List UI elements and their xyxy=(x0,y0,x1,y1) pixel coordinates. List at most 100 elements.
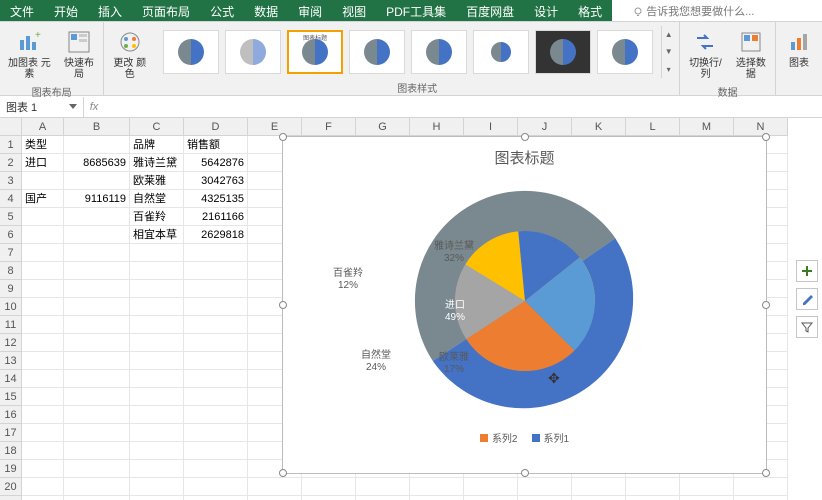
row-header[interactable]: 18 xyxy=(0,442,22,460)
cell[interactable] xyxy=(572,478,626,496)
cell[interactable] xyxy=(518,496,572,500)
cell[interactable] xyxy=(64,262,130,280)
row-header[interactable]: 20 xyxy=(0,478,22,496)
cell[interactable]: 8685639 xyxy=(64,154,130,172)
cell[interactable] xyxy=(130,316,184,334)
cell[interactable] xyxy=(184,460,248,478)
cell[interactable] xyxy=(410,478,464,496)
tab-home[interactable]: 开始 xyxy=(44,0,88,21)
gallery-down-button[interactable]: ▼ xyxy=(662,43,675,60)
cell[interactable] xyxy=(22,208,64,226)
cell[interactable] xyxy=(22,496,64,500)
tab-review[interactable]: 审阅 xyxy=(288,0,332,21)
row-header[interactable]: 9 xyxy=(0,280,22,298)
chart-style-2[interactable] xyxy=(225,30,281,74)
cell[interactable] xyxy=(22,460,64,478)
cell[interactable] xyxy=(22,172,64,190)
row-header[interactable]: 13 xyxy=(0,352,22,370)
row-header[interactable]: 8 xyxy=(0,262,22,280)
cell[interactable] xyxy=(184,262,248,280)
col-header[interactable]: C xyxy=(130,118,184,136)
cell[interactable] xyxy=(302,496,356,500)
chart-object[interactable]: 图表标题 相宜 xyxy=(282,136,767,474)
chart-filter-button[interactable] xyxy=(796,316,818,338)
cell[interactable]: 国产 xyxy=(22,190,64,208)
chart-style-8[interactable] xyxy=(597,30,653,74)
chart-elements-button[interactable] xyxy=(796,260,818,282)
resize-handle-s[interactable] xyxy=(521,469,529,477)
row-header[interactable]: 10 xyxy=(0,298,22,316)
chart-style-3[interactable]: 图表标题 xyxy=(287,30,343,74)
cell[interactable]: 5642876 xyxy=(184,154,248,172)
cell[interactable] xyxy=(184,280,248,298)
cell[interactable]: 雅诗兰黛 xyxy=(130,154,184,172)
cell[interactable] xyxy=(734,496,788,500)
col-header[interactable]: I xyxy=(464,118,518,136)
tab-formula[interactable]: 公式 xyxy=(200,0,244,21)
row-header[interactable]: 7 xyxy=(0,244,22,262)
row-header[interactable]: 19 xyxy=(0,460,22,478)
row-header[interactable]: 21 xyxy=(0,496,22,500)
cell[interactable] xyxy=(130,352,184,370)
col-header[interactable]: N xyxy=(734,118,788,136)
tab-view[interactable]: 视图 xyxy=(332,0,376,21)
gallery-more-button[interactable]: ▾ xyxy=(662,61,675,78)
cell[interactable] xyxy=(184,442,248,460)
cell[interactable] xyxy=(64,136,130,154)
tell-me-hint[interactable]: 告诉我您想要做什么... xyxy=(612,0,764,21)
cell[interactable] xyxy=(64,316,130,334)
chart-style-7[interactable] xyxy=(535,30,591,74)
cell[interactable] xyxy=(64,244,130,262)
resize-handle-sw[interactable] xyxy=(279,469,287,477)
cell[interactable] xyxy=(22,424,64,442)
cell[interactable] xyxy=(248,478,302,496)
chart-title[interactable]: 图表标题 xyxy=(283,137,766,172)
tab-insert[interactable]: 插入 xyxy=(88,0,132,21)
row-header[interactable]: 2 xyxy=(0,154,22,172)
cell[interactable] xyxy=(64,334,130,352)
cell[interactable] xyxy=(22,406,64,424)
cell[interactable]: 相宜本草 xyxy=(130,226,184,244)
row-header[interactable]: 15 xyxy=(0,388,22,406)
cell[interactable] xyxy=(22,388,64,406)
tab-design[interactable]: 设计 xyxy=(524,0,568,21)
cell[interactable] xyxy=(572,496,626,500)
row-header[interactable]: 14 xyxy=(0,370,22,388)
cell[interactable] xyxy=(680,496,734,500)
cell[interactable]: 9116119 xyxy=(64,190,130,208)
cell[interactable] xyxy=(184,478,248,496)
chart-styles-button[interactable] xyxy=(796,288,818,310)
cell[interactable] xyxy=(184,244,248,262)
cell[interactable] xyxy=(464,478,518,496)
cell[interactable] xyxy=(130,370,184,388)
cell[interactable] xyxy=(680,478,734,496)
cell[interactable] xyxy=(130,262,184,280)
cell[interactable] xyxy=(130,298,184,316)
col-header[interactable]: A xyxy=(22,118,64,136)
cell[interactable] xyxy=(130,460,184,478)
chart-plot-area[interactable]: 相宜本草 15% 百雀羚 12% 国产 51% 自然堂 24% 雅诗兰黛 32%… xyxy=(283,172,766,430)
cell[interactable] xyxy=(626,478,680,496)
row-header[interactable]: 12 xyxy=(0,334,22,352)
name-box[interactable]: 图表 1 xyxy=(0,97,84,117)
tab-baidu[interactable]: 百度网盘 xyxy=(456,0,524,21)
col-header[interactable]: M xyxy=(680,118,734,136)
cell[interactable] xyxy=(64,406,130,424)
cell[interactable] xyxy=(22,478,64,496)
cell[interactable] xyxy=(302,478,356,496)
tab-format[interactable]: 格式 xyxy=(568,0,612,21)
resize-handle-n[interactable] xyxy=(521,133,529,141)
cell[interactable] xyxy=(22,298,64,316)
cell[interactable] xyxy=(22,334,64,352)
cell[interactable]: 品牌 xyxy=(130,136,184,154)
row-header[interactable]: 1 xyxy=(0,136,22,154)
resize-handle-ne[interactable] xyxy=(762,133,770,141)
col-header[interactable]: F xyxy=(302,118,356,136)
cell[interactable] xyxy=(64,370,130,388)
cell[interactable] xyxy=(356,496,410,500)
row-header[interactable]: 6 xyxy=(0,226,22,244)
cell[interactable]: 类型 xyxy=(22,136,64,154)
cell[interactable] xyxy=(734,478,788,496)
add-chart-element-button[interactable]: + 加图表 元素 xyxy=(4,26,55,82)
cell[interactable]: 进口 xyxy=(22,154,64,172)
